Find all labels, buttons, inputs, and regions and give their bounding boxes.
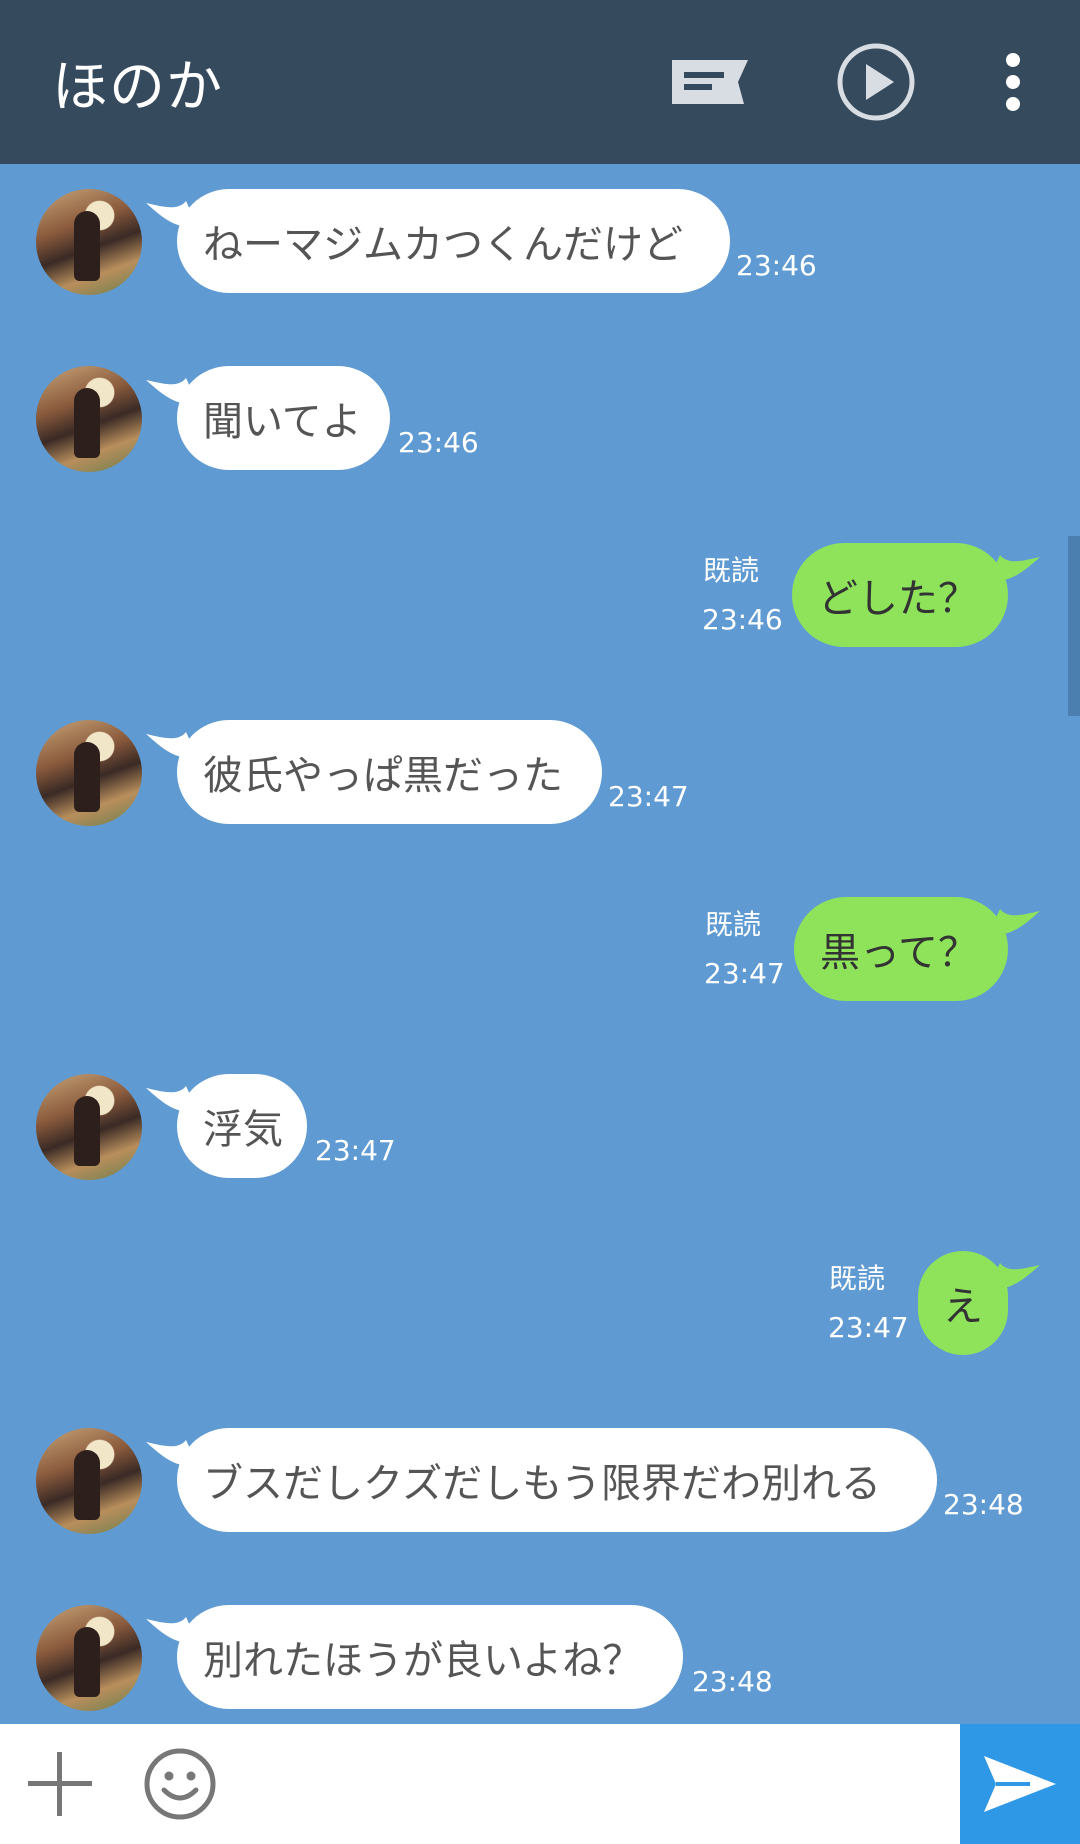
- message-time: 23:46: [702, 603, 783, 636]
- message-bubble[interactable]: ブスだしクズだしもう限界だわ別れる: [177, 1428, 937, 1532]
- message-text: ねーマジムカつくんだけど: [203, 222, 683, 268]
- message-text: 別れたほうが良いよね？: [203, 1638, 643, 1684]
- message-bubble[interactable]: 別れたほうが良いよね？: [177, 1605, 683, 1709]
- play-circle-icon: [837, 43, 915, 121]
- message-time: 23:47: [828, 1311, 909, 1344]
- message-row-incoming: ブスだしクズだしもう限界だわ別れる 23:48: [0, 1428, 1080, 1548]
- message-text: 浮気: [203, 1107, 283, 1153]
- bubble-tail: [988, 909, 1040, 936]
- send-icon: [984, 1756, 1056, 1812]
- avatar[interactable]: [36, 189, 142, 295]
- plus-icon: [28, 1752, 92, 1816]
- message-time: 23:48: [692, 1665, 773, 1698]
- message-time: 23:46: [398, 426, 479, 459]
- message-time: 23:47: [608, 780, 689, 813]
- message-time: 23:47: [704, 957, 785, 990]
- read-receipt: 既読: [703, 554, 760, 587]
- play-button[interactable]: [830, 40, 922, 124]
- message-text: どした？: [818, 576, 978, 622]
- header-bar: ほのか: [0, 0, 1080, 164]
- message-row-outgoing: 既読 23:46 どした？: [0, 543, 1080, 663]
- message-bubble[interactable]: 彼氏やっぱ黒だった: [177, 720, 602, 824]
- message-row-incoming: 別れたほうが良いよね？ 23:48: [0, 1605, 1080, 1724]
- message-row-incoming: 浮気 23:47: [0, 1074, 1080, 1194]
- read-receipt: 既読: [705, 908, 762, 941]
- message-row-outgoing: 既読 23:47 え: [0, 1251, 1080, 1371]
- more-vertical-icon: [1006, 53, 1020, 111]
- send-button[interactable]: [960, 1724, 1080, 1844]
- message-bubble[interactable]: 浮気: [177, 1074, 307, 1178]
- message-text: ブスだしクズだしもう限界だわ別れる: [203, 1461, 881, 1507]
- emoji-button[interactable]: [142, 1746, 218, 1822]
- avatar[interactable]: [36, 1428, 142, 1534]
- avatar[interactable]: [36, 1605, 142, 1711]
- message-row-incoming: ねーマジムカつくんだけど 23:46: [0, 189, 1080, 309]
- message-time: 23:48: [943, 1488, 1024, 1521]
- message-input[interactable]: [240, 1734, 944, 1836]
- message-bubble[interactable]: どした？: [792, 543, 1008, 647]
- message-bubble[interactable]: 聞いてよ: [177, 366, 390, 470]
- message-text: え: [943, 1284, 983, 1330]
- smiley-icon: [144, 1748, 216, 1820]
- message-time: 23:47: [315, 1134, 396, 1167]
- more-menu-button[interactable]: [990, 40, 1036, 124]
- message-row-outgoing: 既読 23:47 黒って？: [0, 897, 1080, 1017]
- message-text: 聞いてよ: [203, 399, 362, 445]
- note-icon: [672, 60, 748, 104]
- note-button[interactable]: [660, 40, 760, 124]
- message-composer: [0, 1724, 1080, 1844]
- avatar[interactable]: [36, 366, 142, 472]
- message-row-incoming: 聞いてよ 23:46: [0, 366, 1080, 486]
- chat-title: ほのか: [52, 55, 223, 120]
- bubble-tail: [988, 555, 1040, 582]
- message-text: 黒って？: [820, 930, 978, 976]
- message-text: 彼氏やっぱ黒だった: [203, 753, 563, 799]
- message-bubble[interactable]: ねーマジムカつくんだけど: [177, 189, 730, 293]
- message-row-incoming: 彼氏やっぱ黒だった 23:47: [0, 720, 1080, 840]
- read-receipt: 既読: [829, 1262, 886, 1295]
- avatar[interactable]: [36, 720, 142, 826]
- avatar[interactable]: [36, 1074, 142, 1180]
- message-bubble[interactable]: 黒って？: [794, 897, 1008, 1001]
- chat-area[interactable]: ねーマジムカつくんだけど 23:46 聞いてよ 23:46 既読 23:46 ど…: [0, 164, 1080, 1724]
- attach-button[interactable]: [22, 1746, 98, 1822]
- message-time: 23:46: [736, 249, 817, 282]
- bubble-tail: [988, 1263, 1040, 1290]
